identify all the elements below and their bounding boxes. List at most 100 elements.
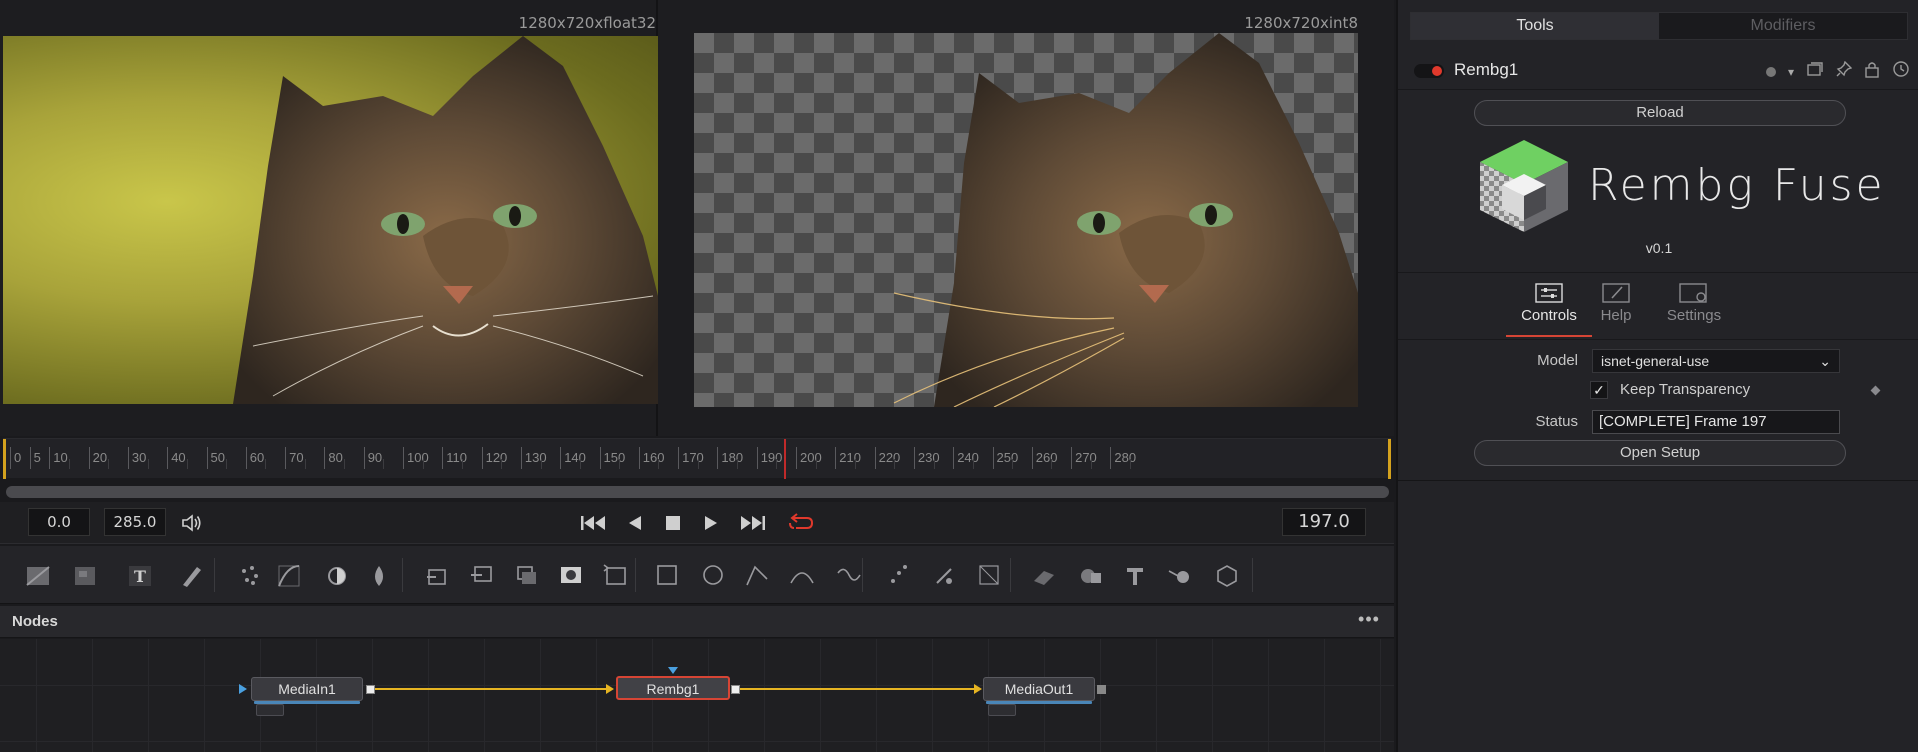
timeline-scrollbar[interactable] [6,486,1389,498]
play-reverse-icon[interactable] [624,512,646,534]
status-field[interactable]: [COMPLETE] Frame 197 [1592,410,1840,434]
node-mediaout1-view-toggle[interactable] [988,704,1016,716]
tool-enable-toggle[interactable] [1414,64,1444,78]
pin-icon[interactable] [1836,60,1853,82]
fuse-version: v0.1 [1645,240,1673,256]
global-start-field[interactable]: 0.0 [28,508,90,536]
app-window: 1280x720xfloat32 1280x720xint8 0 5 10 20… [0,0,1918,752]
model-dropdown-value: isnet-general-use [1601,353,1710,369]
tool-name: Rembg1 [1454,60,1519,79]
model-label: Model [1537,352,1578,369]
brightness-contrast-tool-icon[interactable] [321,559,353,591]
mediaout1-output-port[interactable] [1097,685,1106,694]
range-end-marker[interactable] [1388,439,1391,479]
background-tool-icon[interactable] [22,559,54,591]
section-settings[interactable]: Settings [1654,283,1734,324]
chevron-down-icon: ⌄ [1819,353,1831,369]
paint-tool-icon[interactable] [175,559,207,591]
channel-booleans-tool-icon[interactable] [466,559,498,591]
chevron-down-icon[interactable]: ▾ [1788,65,1794,79]
fuse-logo-title: Rembg Fuse [1588,160,1886,211]
playhead[interactable] [784,439,787,479]
ruler-minor-tick [108,459,112,469]
pen-mask-icon[interactable] [833,559,865,591]
shape-3d-icon[interactable] [1028,559,1060,591]
play-icon[interactable] [700,512,722,534]
node-mediaout1[interactable]: MediaOut1 [983,677,1095,716]
section-controls-label: Controls [1521,307,1577,324]
keep-transparency-checkbox[interactable]: ✓ [1590,381,1608,399]
p-merge-icon[interactable] [973,559,1005,591]
skip-to-start-icon[interactable] [578,512,608,534]
p-emitter-icon[interactable] [883,559,915,591]
particles-tool-icon[interactable] [234,559,266,591]
speaker-icon[interactable] [178,512,206,534]
text-3d-icon[interactable] [1119,559,1151,591]
loop-icon[interactable] [786,512,816,534]
blur-tool-icon[interactable] [363,559,395,591]
svg-text:T: T [134,567,146,586]
ruler-minor-tick [579,459,584,469]
section-controls-underline [1506,335,1592,337]
color-dot-icon[interactable] [1765,66,1776,77]
transport-bar: 0.0 285.0 197.0 [0,502,1394,544]
node-graph[interactable]: MediaIn1 Rembg1 MediaOut1 [0,639,1394,752]
camera-3d-icon[interactable] [1211,559,1243,591]
section-controls[interactable]: Controls [1506,283,1592,337]
keyframe-diamond-icon[interactable] [1870,385,1881,396]
stop-icon[interactable] [662,512,684,534]
matte-control-tool-icon[interactable] [511,559,543,591]
toolbar-separator [214,558,215,592]
nodes-panel-header: Nodes ••• [0,606,1394,638]
section-help-label: Help [1600,307,1632,324]
versions-icon[interactable] [1806,61,1824,82]
bspline-mask-icon[interactable] [786,559,818,591]
transform-tool-icon[interactable] [555,559,587,591]
renderer-3d-icon[interactable] [1164,559,1196,591]
merge-tool-icon[interactable] [422,559,454,591]
section-help[interactable]: Help [1588,283,1644,324]
reload-button[interactable]: Reload [1474,100,1846,126]
ruler-minor-tick [461,459,466,469]
merge-3d-icon[interactable] [1074,559,1106,591]
left-viewer[interactable]: 1280x720xfloat32 [0,0,658,436]
rembg1-output-port[interactable] [731,685,740,694]
range-start-marker[interactable] [3,439,6,479]
tab-modifiers[interactable]: Modifiers [1659,13,1907,39]
ellipse-mask-icon[interactable] [697,559,729,591]
polygon-mask-icon[interactable] [741,559,773,591]
right-viewer-resolution: 1280x720xint8 [1244,14,1358,32]
tab-tools[interactable]: Tools [1411,13,1659,39]
skip-to-end-icon[interactable] [738,512,768,534]
left-viewer-image[interactable] [3,36,658,404]
node-rembg1[interactable]: Rembg1 [616,676,730,700]
fast-noise-tool-icon[interactable] [69,559,101,591]
controls-icon [1535,283,1563,303]
section-settings-label: Settings [1666,307,1722,324]
lock-icon[interactable] [1864,60,1880,83]
node-mediain1[interactable]: MediaIn1 [251,677,363,716]
rectangle-mask-icon[interactable] [651,559,683,591]
header-icons: ▾ [1765,60,1910,83]
reset-icon[interactable] [1892,60,1910,83]
right-viewer[interactable]: 1280x720xint8 [660,0,1394,436]
inspector-sections: Controls Help Settings [1398,272,1918,340]
color-curves-tool-icon[interactable] [273,559,305,591]
ruler-minor-tick [1090,459,1095,469]
current-frame-field[interactable]: 197.0 [1282,508,1366,536]
node-mediain1-view-toggle[interactable] [256,704,284,716]
text-tool-icon[interactable]: T [124,559,156,591]
right-viewer-image[interactable] [694,33,1358,407]
p-render-icon[interactable] [929,559,961,591]
nodes-options-menu[interactable]: ••• [1354,610,1384,632]
ruler-minor-tick [147,459,152,469]
global-end-field[interactable]: 285.0 [104,508,166,536]
open-setup-button[interactable]: Open Setup [1474,440,1846,466]
mediain1-output-port[interactable] [366,685,375,694]
timeline-ruler[interactable]: 0 5 10 20 30 40 50 60 70 80 90 100 110 120 130 140 150 16… [3,438,1391,479]
model-dropdown[interactable]: isnet-general-use ⌄ [1592,349,1840,373]
ruler-minor-tick [344,459,348,469]
help-icon [1602,283,1630,303]
ruler-tick-label: 5 [29,447,41,469]
resize-tool-icon[interactable] [600,559,632,591]
